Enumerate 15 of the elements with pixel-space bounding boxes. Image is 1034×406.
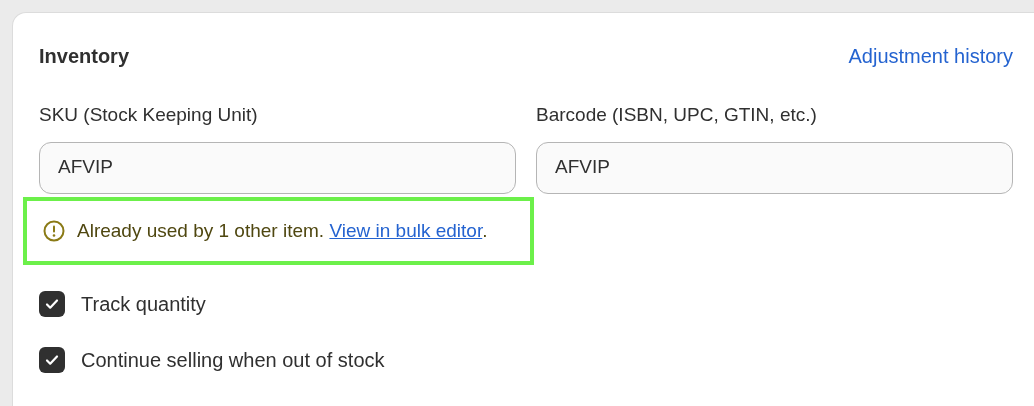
checkbox[interactable]: [39, 346, 65, 373]
checkmark-icon: [45, 296, 59, 311]
field-label: SKU (Stock Keeping Unit): [39, 103, 259, 127]
checkbox-label: Continue selling when out of stock: [81, 347, 385, 373]
checkmark-icon: [45, 352, 59, 367]
adjustment-history-link[interactable]: Adjustment history: [848, 41, 1013, 71]
bulk-editor-link[interactable]: View in bulk editor: [329, 219, 483, 241]
card-title: Inventory: [39, 44, 130, 69]
field-label: Barcode (ISBN, UPC, GTIN, etc.): [536, 103, 818, 127]
text-field[interactable]: AFVIP: [39, 141, 516, 194]
warning-text: Already used by 1 other item. View in bulk editor.: [77, 218, 488, 243]
checkbox-label: Track quantity: [81, 291, 206, 317]
warning-icon: [43, 219, 65, 242]
checkbox[interactable]: [39, 290, 65, 317]
text-field[interactable]: AFVIP: [536, 141, 1013, 194]
